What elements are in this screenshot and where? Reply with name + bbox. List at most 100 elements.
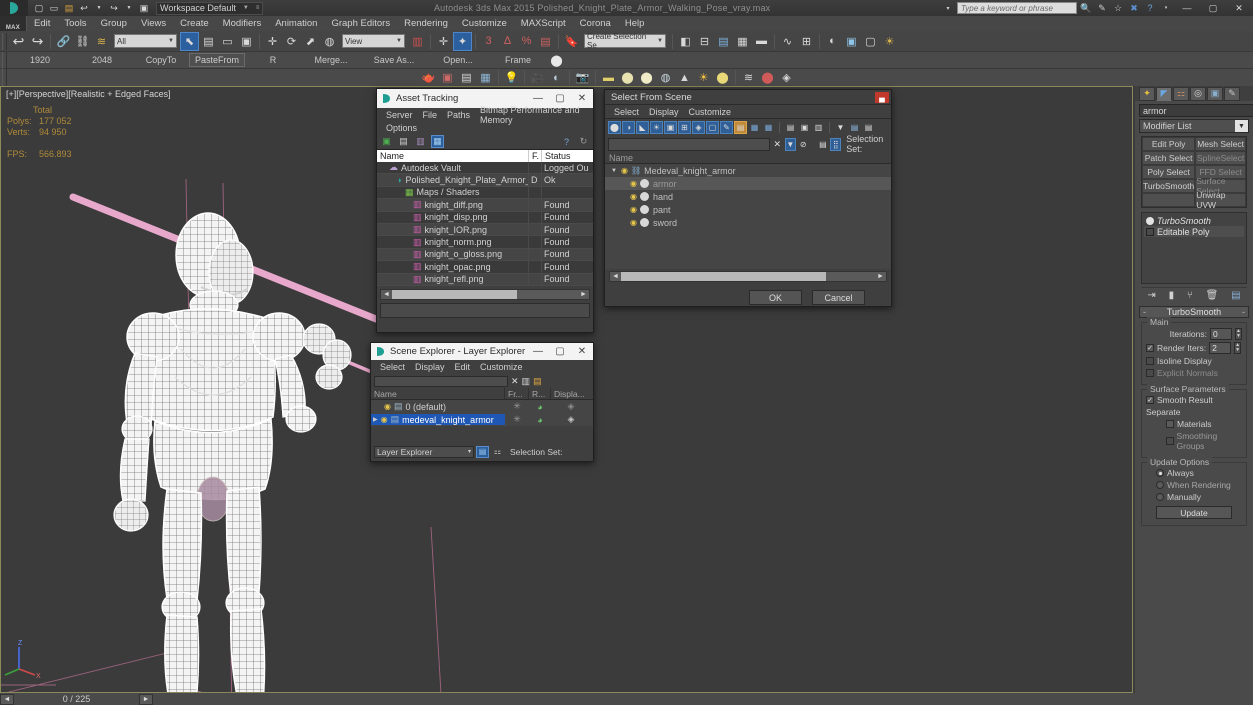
expand-all-icon[interactable]: ▤: [784, 121, 797, 134]
column-options-icon[interactable]: ▤: [862, 121, 875, 134]
menu-item-group[interactable]: Group: [94, 16, 134, 31]
column-header-name[interactable]: Name: [371, 388, 505, 399]
menu-item-customize[interactable]: Customize: [475, 362, 528, 372]
collapse-all-icon[interactable]: ▣: [798, 121, 811, 134]
lightbulb-icon[interactable]: ◉: [620, 166, 629, 175]
table-row[interactable]: ▥ knight_refl.png Found: [377, 273, 593, 286]
app-logo-icon[interactable]: [0, 0, 28, 16]
selection-filter-dropdown[interactable]: All ▼: [114, 34, 177, 48]
tree-node-armor[interactable]: ◉ armor: [605, 177, 891, 190]
modifier-list-dropdown[interactable]: Modifier List ▼: [1139, 119, 1249, 133]
tab-create[interactable]: ✦: [1139, 86, 1155, 101]
select-and-move-icon[interactable]: ✛: [263, 32, 282, 51]
lightbulb-icon[interactable]: ◉: [380, 415, 389, 424]
smooth-result-checkbox[interactable]: ✓: [1146, 396, 1154, 404]
explorer-mode-dropdown[interactable]: Layer Explorer ▾: [374, 445, 474, 458]
display-bones-icon[interactable]: ▤: [734, 121, 747, 134]
modifier-button-turbosmooth[interactable]: TurboSmooth: [1142, 179, 1196, 193]
render-iters-spinner[interactable]: ▲ ▼: [1234, 342, 1242, 354]
prev-frame-button[interactable]: ◄: [0, 693, 14, 705]
scene-explorer-icon[interactable]: ▦: [733, 32, 752, 51]
tree-node-pant[interactable]: ◉ pant: [605, 203, 891, 216]
layer-settings-icon[interactable]: ▤: [533, 376, 542, 387]
percent-snap-icon[interactable]: %: [517, 32, 536, 51]
menu-item-maxscript[interactable]: MAXScript: [514, 16, 573, 31]
select-and-scale-icon[interactable]: ⬈: [301, 32, 320, 51]
select-object-icon[interactable]: ⬉: [180, 31, 199, 51]
table-row[interactable]: ▥ knight_disp.png Found: [377, 211, 593, 224]
render-production-icon[interactable]: ☀: [880, 32, 899, 51]
teapot-icon[interactable]: 🫖: [419, 68, 438, 87]
toolbar2-item-0[interactable]: 1920: [9, 55, 71, 65]
table-row[interactable]: ▥ knight_norm.png Found: [377, 236, 593, 249]
column-header-frozen[interactable]: Fr...: [505, 388, 529, 399]
minimize-button[interactable]: —: [1175, 1, 1199, 16]
lightbulb-icon[interactable]: ◉: [629, 179, 638, 188]
menu-item-customize[interactable]: Customize: [684, 107, 737, 117]
redo-icon[interactable]: ↪: [107, 1, 121, 15]
modifier-button-unwrap-uvw[interactable]: Unwrap UVW: [1195, 190, 1246, 210]
spinner-snap-icon[interactable]: ▤: [536, 32, 555, 51]
column-header-name[interactable]: Name: [377, 150, 529, 162]
corona-sun-icon[interactable]: ☀: [694, 68, 713, 87]
help-icon[interactable]: ?: [560, 135, 573, 148]
ribbon-toggle-icon[interactable]: ▬: [752, 32, 771, 51]
toolbar2-item-r[interactable]: R: [245, 55, 301, 65]
window-crossing-icon[interactable]: ▣: [237, 32, 256, 51]
corona-camera-icon[interactable]: 📷: [573, 68, 592, 87]
tree-node-sword[interactable]: ◉ sword: [605, 216, 891, 229]
column-header-render[interactable]: R...: [529, 388, 551, 399]
favorites-icon[interactable]: ☆: [1111, 2, 1125, 15]
corona-proxy-icon[interactable]: ⬤: [758, 68, 777, 87]
angle-snap-icon[interactable]: ∆: [498, 32, 517, 51]
menu-item-edit[interactable]: Edit: [450, 362, 476, 372]
stack-item-editable-poly[interactable]: Editable Poly: [1144, 226, 1244, 237]
workspace-selector[interactable]: Workspace Default ▼ ≡: [156, 1, 264, 15]
list-view-icon[interactable]: ▤: [457, 68, 476, 87]
tab-display[interactable]: ▣: [1207, 86, 1223, 101]
corona-light-cylinder-icon[interactable]: ◍: [656, 68, 675, 87]
daylight-icon[interactable]: ◐: [547, 68, 566, 87]
stack-item-turbosmooth[interactable]: TurboSmooth: [1144, 215, 1244, 226]
scene-object-tree[interactable]: ▼ ◉ ⛓ Medeval_knight_armor ◉ armor ◉ han…: [605, 164, 891, 269]
filter-icon[interactable]: ▼: [834, 121, 847, 134]
layer-explorer-window[interactable]: Scene Explorer - Layer Explorer — ▢ ✕ Se…: [370, 342, 594, 462]
workspace-menu-icon[interactable]: ≡: [256, 5, 260, 11]
toolbar-grip[interactable]: [2, 32, 7, 50]
minimize-button[interactable]: —: [527, 342, 549, 361]
unlink-selection-icon[interactable]: ⛓: [73, 32, 92, 51]
snaps-toggle-icon[interactable]: ✦: [453, 31, 472, 51]
table-row[interactable]: ◉ ▤ 0 (default) ✳ ◕ ◈: [371, 400, 593, 413]
display-cameras-icon[interactable]: ▣: [664, 121, 677, 134]
lightbulb-icon[interactable]: ◉: [383, 402, 392, 411]
use-pivot-point-center-icon[interactable]: ▥: [408, 32, 427, 51]
menu-item-paths[interactable]: Paths: [442, 110, 475, 120]
menu-item-file[interactable]: File: [418, 110, 443, 120]
display-groups-icon[interactable]: ▢: [706, 121, 719, 134]
toolbar2-item-1[interactable]: 2048: [71, 55, 133, 65]
corona-volume-icon[interactable]: ◈: [777, 68, 796, 87]
close-button[interactable]: ✕: [571, 342, 593, 361]
menu-item-rendering[interactable]: Rendering: [397, 16, 455, 31]
menu-item-bitmap-performance[interactable]: Bitmap Performance and Memory: [475, 105, 593, 125]
save-file-icon[interactable]: ▤: [62, 1, 76, 15]
menu-item-display[interactable]: Display: [410, 362, 450, 372]
menu-item-select[interactable]: Select: [609, 107, 644, 117]
toolbar-grip[interactable]: [2, 51, 7, 69]
corona-light-rect-icon[interactable]: ▬: [599, 68, 618, 87]
render-setup-icon[interactable]: ▣: [842, 32, 861, 51]
display-toggle[interactable]: ◈: [551, 401, 591, 412]
chevron-down-icon[interactable]: ▼: [611, 168, 617, 174]
corona-light-sphere-icon[interactable]: ⬤: [618, 68, 637, 87]
frozen-toggle[interactable]: ✳: [505, 414, 529, 425]
align-icon[interactable]: ⊟: [695, 32, 714, 51]
maximize-button[interactable]: ▢: [549, 342, 571, 361]
column-header-status[interactable]: Status: [542, 150, 593, 162]
render-iters-value[interactable]: 2: [1209, 342, 1232, 354]
lightbulb-icon[interactable]: ◉: [629, 205, 638, 214]
object-name-input[interactable]: [1139, 104, 1253, 117]
menu-item-views[interactable]: Views: [134, 16, 173, 31]
undo-button[interactable]: ↩: [9, 32, 28, 51]
lightbulb-icon[interactable]: [1146, 216, 1154, 225]
clear-search-icon[interactable]: ✕: [772, 139, 783, 150]
